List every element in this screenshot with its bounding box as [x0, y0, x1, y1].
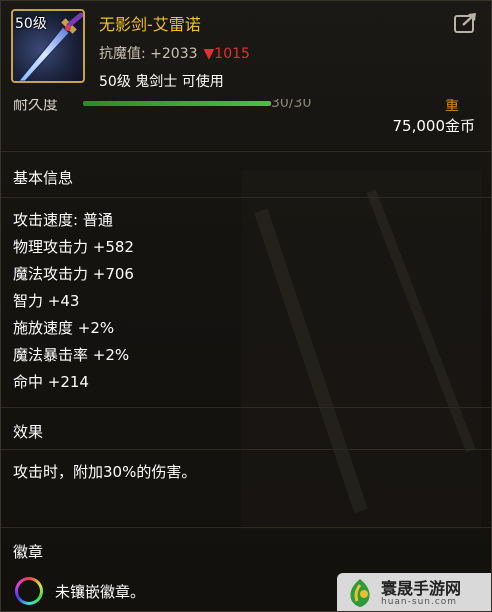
durability-value: 30/30 — [271, 95, 312, 111]
attribute-physical-attack: 物理攻击力 +582 — [13, 238, 134, 256]
attribute-magic-crit: 魔法暴击率 +2% — [13, 346, 130, 364]
item-requirement: 50级 鬼剑士 可使用 — [99, 74, 224, 90]
item-icon[interactable]: 50级 — [11, 9, 85, 83]
attribute-cast-speed: 施放速度 +2% — [13, 319, 115, 337]
item-header: 50级 无影剑-艾雷诺 抗魔值: +2033 ▼1015 50级 鬼剑士 可使用 — [1, 1, 491, 97]
share-icon[interactable] — [453, 11, 479, 35]
stat-value: +2033 — [150, 46, 198, 62]
emblem-title: 徽章 — [13, 543, 44, 561]
effect-text: 攻击时，附加30%的伤害。 — [13, 463, 197, 481]
divider — [1, 407, 491, 408]
watermark: 寰晟手游网 huan-sun.com — [337, 573, 491, 611]
attribute-intelligence: 智力 +43 — [13, 292, 80, 310]
effect-title: 效果 — [13, 423, 44, 441]
attribute-magic-attack: 魔法攻击力 +706 — [13, 265, 134, 283]
price-label: 重 — [445, 98, 459, 114]
price-value: 75,000金币 — [392, 117, 476, 135]
item-tooltip-panel: 50级 无影剑-艾雷诺 抗魔值: +2033 ▼1015 50级 鬼剑士 可使用 … — [0, 0, 492, 612]
durability-fill — [83, 101, 271, 106]
durability-bar — [83, 101, 271, 106]
stat-change: ▼1015 — [203, 46, 250, 62]
emblem-slot-icon[interactable] — [15, 577, 43, 605]
watermark-url: huan-sun.com — [381, 597, 458, 607]
attribute-attack-speed: 攻击速度: 普通 — [13, 211, 113, 229]
divider — [1, 527, 491, 528]
stat-label: 抗魔值: — [99, 46, 146, 62]
watermark-title: 寰晟手游网 — [381, 579, 462, 598]
watermark-logo-icon — [350, 579, 370, 607]
divider — [1, 449, 491, 450]
item-name: 无影剑-艾雷诺 — [99, 15, 201, 34]
emblem-text: 未镶嵌徽章。 — [55, 583, 146, 601]
attribute-hit-rate: 命中 +214 — [13, 373, 89, 391]
divider — [1, 151, 491, 152]
item-level-badge: 50级 — [15, 16, 47, 32]
background-sword-decoration — [241, 171, 481, 531]
basic-info-title: 基本信息 — [13, 169, 74, 187]
divider — [1, 197, 491, 198]
item-stat-line: 抗魔值: +2033 ▼1015 — [99, 43, 250, 63]
